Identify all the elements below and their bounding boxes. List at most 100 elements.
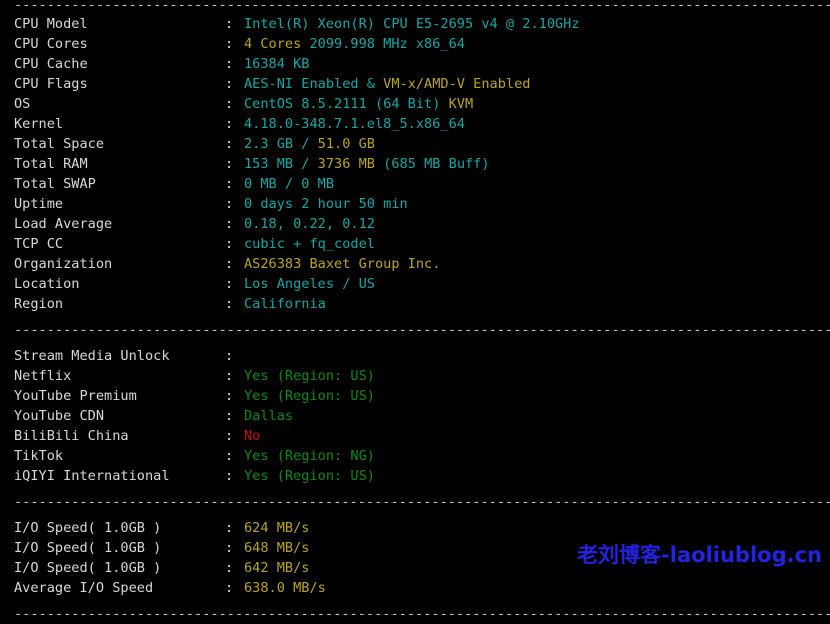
row-colon: : — [225, 560, 234, 576]
output-row: Location: Los Angeles / US — [0, 274, 830, 294]
row-value: 3736 MB — [317, 156, 384, 172]
output-row: Kernel:4.18.0-348.7.1.el8_5.x86_64 — [0, 114, 830, 134]
row-value: California — [244, 296, 326, 312]
row-colon: : — [225, 76, 234, 92]
output-row: Total SWAP:0 MB / 0 MB — [0, 174, 830, 194]
output-row: iQIYI International: Yes (Region: US) — [0, 466, 830, 486]
row-label: Total SWAP — [14, 176, 96, 192]
row-value: AS26383 Baxet Group Inc. — [244, 256, 441, 272]
output-row: Total Space:2.3 GB / 51.0 GB — [0, 134, 830, 154]
separator-line: ----------------------------------------… — [14, 494, 830, 510]
output-row: Total RAM:153 MB / 3736 MB (685 MB Buff) — [0, 154, 830, 174]
row-label: Netflix — [14, 368, 72, 384]
output-row: CPU Cores:4 Cores 2099.998 MHz x86_64 — [0, 34, 830, 54]
row-colon: : — [225, 116, 234, 132]
row-label: I/O Speed( 1.0GB ) — [14, 520, 162, 536]
row-label: YouTube Premium — [14, 388, 137, 404]
row-colon: : — [225, 448, 234, 464]
row-value: Dallas — [244, 408, 294, 424]
row-label: Total Space — [14, 136, 105, 152]
row-label: I/O Speed( 1.0GB ) — [14, 540, 162, 556]
row-label: Load Average — [14, 216, 113, 232]
output-row: CPU Model: Intel(R) Xeon(R) CPU E5-2695 v… — [0, 14, 830, 34]
row-value: CentOS 8.5.2111 (64 Bit) — [244, 96, 449, 112]
output-row: Stream Media Unlock: — [0, 346, 830, 366]
row-value: AES-NI Enabled & — [244, 76, 384, 92]
row-value: 0.18, 0.22, 0.12 — [244, 216, 375, 232]
section-system-info: CPU Model: Intel(R) Xeon(R) CPU E5-2695 v… — [0, 14, 830, 314]
output-row: CPU Cache:16384 KB — [0, 54, 830, 74]
row-value: 648 MB/s — [244, 540, 310, 556]
row-value: Yes (Region: US) — [244, 468, 375, 484]
row-label: TikTok — [14, 448, 64, 464]
separator-line: ----------------------------------------… — [14, 322, 830, 338]
row-colon: : — [225, 36, 234, 52]
row-colon: : — [225, 428, 234, 444]
row-label: Total RAM — [14, 156, 88, 172]
output-row: Organization: AS26383 Baxet Group Inc. — [0, 254, 830, 274]
row-label: Region — [14, 296, 64, 312]
row-label: Stream Media Unlock — [14, 348, 170, 364]
row-label: Location — [14, 276, 80, 292]
output-row: Region: California — [0, 294, 830, 314]
row-value: VM-x/AMD-V Enabled — [383, 76, 531, 92]
row-colon: : — [225, 520, 234, 536]
output-row: Average I/O Speed:638.0 MB/s — [0, 578, 830, 598]
row-label: YouTube CDN — [14, 408, 105, 424]
row-value: 2.3 GB / — [244, 136, 318, 152]
terminal-body: ----------------------------------------… — [0, 0, 830, 624]
row-label: Average I/O Speed — [14, 580, 154, 596]
row-value: (685 MB Buff) — [383, 156, 490, 172]
row-colon: : — [225, 216, 234, 232]
row-value: cubic + fq_codel — [244, 236, 375, 252]
row-colon: : — [225, 256, 234, 272]
row-value: 0 MB / 0 MB — [244, 176, 335, 192]
row-label: TCP CC — [14, 236, 64, 252]
row-label: iQIYI International — [14, 468, 170, 484]
row-value: 2099.998 MHz x86_64 — [309, 36, 465, 52]
output-row: BiliBili China: No — [0, 426, 830, 446]
row-label: BiliBili China — [14, 428, 129, 444]
output-row: TikTok: Yes (Region: NG) — [0, 446, 830, 466]
output-row: YouTube CDN: Dallas — [0, 406, 830, 426]
row-value: Intel(R) Xeon(R) CPU E5-2695 v4 @ 2.10GH… — [244, 16, 580, 32]
output-row: Uptime:0 days 2 hour 50 min — [0, 194, 830, 214]
output-row: YouTube Premium: Yes (Region: US) — [0, 386, 830, 406]
separator-line: ----------------------------------------… — [14, 0, 830, 13]
row-colon: : — [225, 136, 234, 152]
row-colon: : — [225, 196, 234, 212]
row-colon: : — [225, 468, 234, 484]
output-row: CPU Flags: AES-NI Enabled & VM-x/AMD-V En… — [0, 74, 830, 94]
row-colon: : — [225, 408, 234, 424]
row-value: 4 Cores — [244, 36, 310, 52]
row-value: 16384 KB — [244, 56, 310, 72]
separator-line: ----------------------------------------… — [14, 606, 830, 622]
row-colon: : — [225, 176, 234, 192]
row-value: 624 MB/s — [244, 520, 310, 536]
row-label: CPU Cache — [14, 56, 88, 72]
row-colon: : — [225, 16, 234, 32]
row-colon: : — [225, 580, 234, 596]
row-value: 638.0 MB/s — [244, 580, 326, 596]
row-label: I/O Speed( 1.0GB ) — [14, 560, 162, 576]
row-colon: : — [225, 236, 234, 252]
row-colon: : — [225, 296, 234, 312]
row-colon: : — [225, 276, 234, 292]
row-label: Organization — [14, 256, 113, 272]
row-label: CPU Flags — [14, 76, 88, 92]
row-value: Yes (Region: US) — [244, 368, 375, 384]
row-value: Yes (Region: US) — [244, 388, 375, 404]
output-row: TCP CC: cubic + fq_codel — [0, 234, 830, 254]
row-label: OS — [14, 96, 31, 112]
row-colon: : — [225, 56, 234, 72]
row-colon: : — [225, 156, 234, 172]
row-colon: : — [225, 348, 234, 364]
output-row: Netflix: Yes (Region: US) — [0, 366, 830, 386]
row-value: 153 MB / — [244, 156, 318, 172]
row-value: Yes (Region: NG) — [244, 448, 375, 464]
row-value: 51.0 GB — [317, 136, 375, 152]
section-stream-media-unlock: Stream Media Unlock: Netflix: Yes (Region:… — [0, 346, 830, 486]
output-row: OS: CentOS 8.5.2111 (64 Bit) KVM — [0, 94, 830, 114]
row-value: Los Angeles / US — [244, 276, 375, 292]
row-label: Kernel — [14, 116, 64, 132]
